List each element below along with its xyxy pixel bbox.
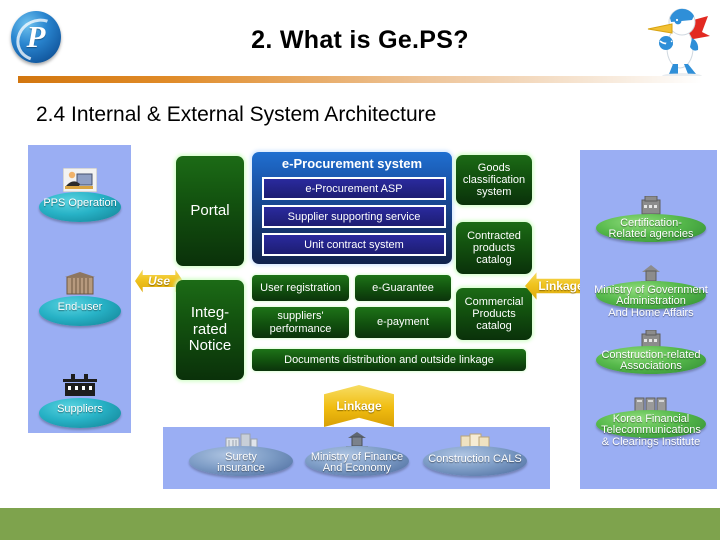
box-label-line2: rated xyxy=(192,320,228,338)
node-label: Construction CALS xyxy=(428,453,522,465)
node-label: Ministry of Finance And Economy xyxy=(311,451,403,475)
node-ministry-government-administration[interactable]: Ministry of Government Administration An… xyxy=(592,265,710,327)
eprocurement-row-supplier-support[interactable]: Supplier supporting service xyxy=(262,205,446,228)
box-label-line3: system xyxy=(476,186,512,199)
node-label: End-user xyxy=(57,301,103,313)
eprocurement-row-unit-contract[interactable]: Unit contract system xyxy=(262,233,446,256)
box-label: e-Guarantee xyxy=(372,281,434,294)
box-documents-distribution[interactable]: Documents distribution and outside linka… xyxy=(252,349,526,371)
node-construction-cals[interactable]: Construction CALS xyxy=(420,432,530,488)
node-end-user[interactable]: End-user xyxy=(36,272,124,330)
box-label: Portal xyxy=(190,201,230,219)
box-suppliers-performance[interactable]: suppliers' performance xyxy=(252,307,349,338)
node-pps-operation[interactable]: PPS Operation xyxy=(36,167,124,226)
box-label-line1: Commercial xyxy=(464,295,524,308)
box-label-line1: suppliers' xyxy=(277,310,324,323)
linkage-arrow-label: Linkage xyxy=(336,398,382,413)
box-label-line2: classification xyxy=(462,173,526,186)
node-label-line3: And Home Affairs xyxy=(608,306,694,319)
box-portal[interactable]: Portal xyxy=(176,156,244,266)
box-label-line3: Notice xyxy=(188,337,232,355)
box-label-line1: Integ- xyxy=(190,303,230,321)
building-icon xyxy=(65,272,95,296)
page-title: 2. What is Ge.PS? xyxy=(251,26,469,54)
node-label-line3: & Clearings Institute xyxy=(601,435,701,448)
box-label: User registration xyxy=(260,281,341,294)
title-divider xyxy=(18,76,702,83)
box-e-payment[interactable]: e-payment xyxy=(355,307,451,338)
node-label-line2: And Economy xyxy=(322,462,392,475)
box-label: Documents distribution and outside linka… xyxy=(284,353,494,366)
eprocurement-system-box[interactable]: e-Procurement system e-Procurement ASP S… xyxy=(252,152,452,264)
box-label-line2: products xyxy=(472,241,516,254)
node-label: Construction-related Associations xyxy=(601,349,700,373)
box-goods-classification-system[interactable]: Goods classification system xyxy=(456,155,532,205)
node-surety-insurance[interactable]: Surety insurance xyxy=(186,432,296,488)
node-construction-associations[interactable]: Construction-related Associations xyxy=(592,329,710,386)
section-subtitle: 2.4 Internal & External System Architect… xyxy=(36,103,437,126)
eprocurement-title: e-Procurement system xyxy=(281,156,423,171)
node-suppliers[interactable]: Suppliers xyxy=(36,374,124,432)
government-building-icon xyxy=(638,195,664,216)
node-korea-financial-telecom[interactable]: Korea Financial Telecommunications & Cle… xyxy=(592,396,710,462)
box-e-guarantee[interactable]: e-Guarantee xyxy=(355,275,451,301)
box-label-line2: performance xyxy=(269,322,332,335)
box-label-line1: Goods xyxy=(477,161,511,174)
box-label-line3: catalog xyxy=(476,254,512,267)
node-label-line2: Associations xyxy=(620,360,682,373)
node-label: Ministry of Government Administration An… xyxy=(594,284,708,319)
box-label-line2: Products xyxy=(472,307,516,320)
bird-mascot-icon xyxy=(642,2,714,80)
node-label-line2: insurance xyxy=(217,462,265,475)
box-user-registration[interactable]: User registration xyxy=(252,275,349,301)
node-certification-agencies[interactable]: Certification- Related agencies xyxy=(592,195,710,252)
node-label: Suppliers xyxy=(57,403,103,415)
office-worker-icon xyxy=(62,167,98,193)
linkage-arrow-vertical: Linkage xyxy=(324,385,394,427)
slide-header: P 2. What is Ge.PS? xyxy=(0,0,720,92)
box-contracted-products-catalog[interactable]: Contracted products catalog xyxy=(456,222,532,274)
factory-icon xyxy=(62,374,98,398)
node-label: Surety insurance xyxy=(217,451,265,475)
box-label-line3: catalog xyxy=(476,320,512,333)
box-integrated-notice[interactable]: Integ- rated Notice xyxy=(176,280,244,380)
node-ministry-finance-economy[interactable]: Ministry of Finance And Economy xyxy=(302,432,412,488)
node-label: Korea Financial Telecommunications & Cle… xyxy=(601,413,701,448)
box-commercial-products-catalog[interactable]: Commercial Products catalog xyxy=(456,288,532,340)
box-label: e-payment xyxy=(377,316,429,329)
box-label-line1: Contracted xyxy=(467,229,521,242)
node-label: PPS Operation xyxy=(43,197,117,209)
eprocurement-row-asp[interactable]: e-Procurement ASP xyxy=(262,177,446,200)
node-label: Certification- Related agencies xyxy=(608,217,694,241)
node-label-line2: Related agencies xyxy=(608,228,694,241)
footer-bar xyxy=(0,508,720,540)
